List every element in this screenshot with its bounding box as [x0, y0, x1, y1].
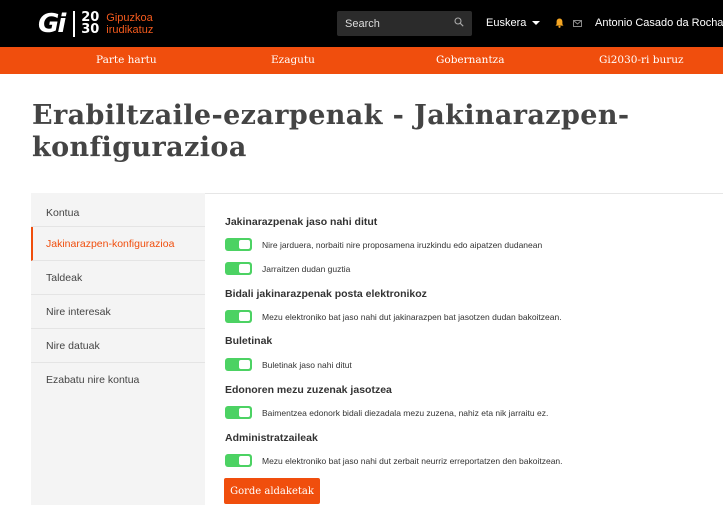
- sidebar-item-label: Nire interesak: [46, 306, 111, 318]
- section-title: Administratzaileak: [225, 432, 318, 444]
- pref-row: Buletinak jaso nahi ditut: [225, 358, 352, 371]
- pref-label: Baimentzea edonork bidali diezadala mezu…: [262, 407, 549, 418]
- section-title: Bidali jakinarazpenak posta elektronikoz: [225, 288, 427, 300]
- sidebar-item-taldeak[interactable]: Taldeak: [31, 261, 205, 295]
- pref-label: Jarraitzen dudan guztia: [262, 263, 351, 274]
- save-button[interactable]: Gorde aldaketak: [224, 478, 320, 504]
- toggle-knob: [239, 456, 250, 465]
- toggle-switch[interactable]: [225, 406, 252, 419]
- section-title: Jakinarazpenak jaso nahi ditut: [225, 216, 378, 228]
- toggle-switch[interactable]: [225, 358, 252, 371]
- user-menu[interactable]: Antonio Casado da Rocha: [595, 17, 723, 29]
- sidebar-item-kontua[interactable]: Kontua: [31, 193, 205, 227]
- sidebar-item-label: Kontua: [46, 207, 80, 219]
- chevron-down-icon: [532, 21, 541, 25]
- toggle-switch[interactable]: [225, 310, 252, 323]
- toggle-switch[interactable]: [225, 262, 252, 275]
- logo-year: 20 30: [81, 11, 100, 37]
- pref-row: Mezu elektroniko bat jaso nahi dut zerba…: [225, 454, 563, 467]
- nav-item-gi2030-ri-buruz[interactable]: Gi2030-ri buruz: [599, 47, 684, 74]
- sidebar-item-nire-datuak[interactable]: Nire datuak: [31, 329, 205, 363]
- site-logo[interactable]: Gi 20 30 Gipuzkoa irudikatuz: [38, 10, 153, 38]
- section-title: Buletinak: [225, 335, 273, 347]
- sidebar-item-label: Taldeak: [46, 272, 83, 284]
- user-name: Antonio Casado da Rocha: [595, 17, 723, 29]
- mail-icon[interactable]: [573, 20, 582, 27]
- toggle-knob: [239, 264, 250, 273]
- sidebar-item-label: Ezabatu nire kontua: [46, 374, 140, 386]
- sidebar-item-label: Nire datuak: [46, 340, 100, 352]
- nav-item-ezagutu[interactable]: Ezagutu: [271, 47, 315, 74]
- sidebar-item-nire-interesak[interactable]: Nire interesak: [31, 295, 205, 329]
- settings-sidebar: Kontua Jakinarazpen-konfigurazioa Taldea…: [31, 193, 205, 505]
- toggle-knob: [239, 360, 250, 369]
- logo-year-bottom: 30: [81, 22, 100, 37]
- logo-subtitle-line1: Gipuzkoa: [106, 12, 153, 24]
- toggle-knob: [239, 408, 250, 417]
- pref-label: Buletinak jaso nahi ditut: [262, 359, 352, 370]
- pref-label: Nire jarduera, norbaiti nire proposamena…: [262, 239, 543, 250]
- toggle-switch[interactable]: [225, 238, 252, 251]
- pref-row: Baimentzea edonork bidali diezadala mezu…: [225, 406, 548, 419]
- search-icon[interactable]: [454, 17, 464, 27]
- main-nav: Parte hartu Ezagutu Gobernantza Gi2030-r…: [0, 47, 723, 74]
- toggle-switch[interactable]: [225, 454, 252, 467]
- pref-label: Mezu elektroniko bat jaso nahi dut jakin…: [262, 311, 562, 322]
- search-box: [337, 11, 472, 36]
- notification-settings-form: Jakinarazpenak jaso nahi ditut Nire jard…: [205, 193, 723, 505]
- language-label: Euskera: [486, 17, 527, 29]
- logo-subtitle-line2: irudikatuz: [106, 24, 154, 36]
- logo-divider: [73, 11, 76, 37]
- bell-icon[interactable]: [555, 18, 564, 28]
- sidebar-item-jakinarazpen-konfigurazioa[interactable]: Jakinarazpen-konfigurazioa: [31, 227, 205, 261]
- section-title: Edonoren mezu zuzenak jasotzea: [225, 384, 392, 396]
- search-input[interactable]: [337, 11, 447, 36]
- sidebar-item-label: Jakinarazpen-konfigurazioa: [46, 238, 175, 250]
- pref-label: Mezu elektroniko bat jaso nahi dut zerba…: [262, 455, 563, 466]
- pref-row: Mezu elektroniko bat jaso nahi dut jakin…: [225, 310, 562, 323]
- language-selector[interactable]: Euskera: [486, 17, 541, 29]
- logo-subtitle: Gipuzkoa irudikatuz: [106, 12, 153, 36]
- page-title: Erabiltzaile-ezarpenak - Jakinarazpen-ko…: [32, 100, 630, 163]
- nav-item-gobernantza[interactable]: Gobernantza: [436, 47, 504, 74]
- toggle-knob: [239, 240, 250, 249]
- nav-item-parte-hartu[interactable]: Parte hartu: [96, 47, 157, 74]
- logo-mark: Gi: [38, 9, 66, 39]
- pref-row: Jarraitzen dudan guztia: [225, 262, 350, 275]
- pref-row: Nire jarduera, norbaiti nire proposamena…: [225, 238, 542, 251]
- toggle-knob: [239, 312, 250, 321]
- top-bar: Gi 20 30 Gipuzkoa irudikatuz Euskera Ant…: [0, 0, 723, 47]
- sidebar-item-ezabatu-nire-kontua[interactable]: Ezabatu nire kontua: [31, 363, 205, 397]
